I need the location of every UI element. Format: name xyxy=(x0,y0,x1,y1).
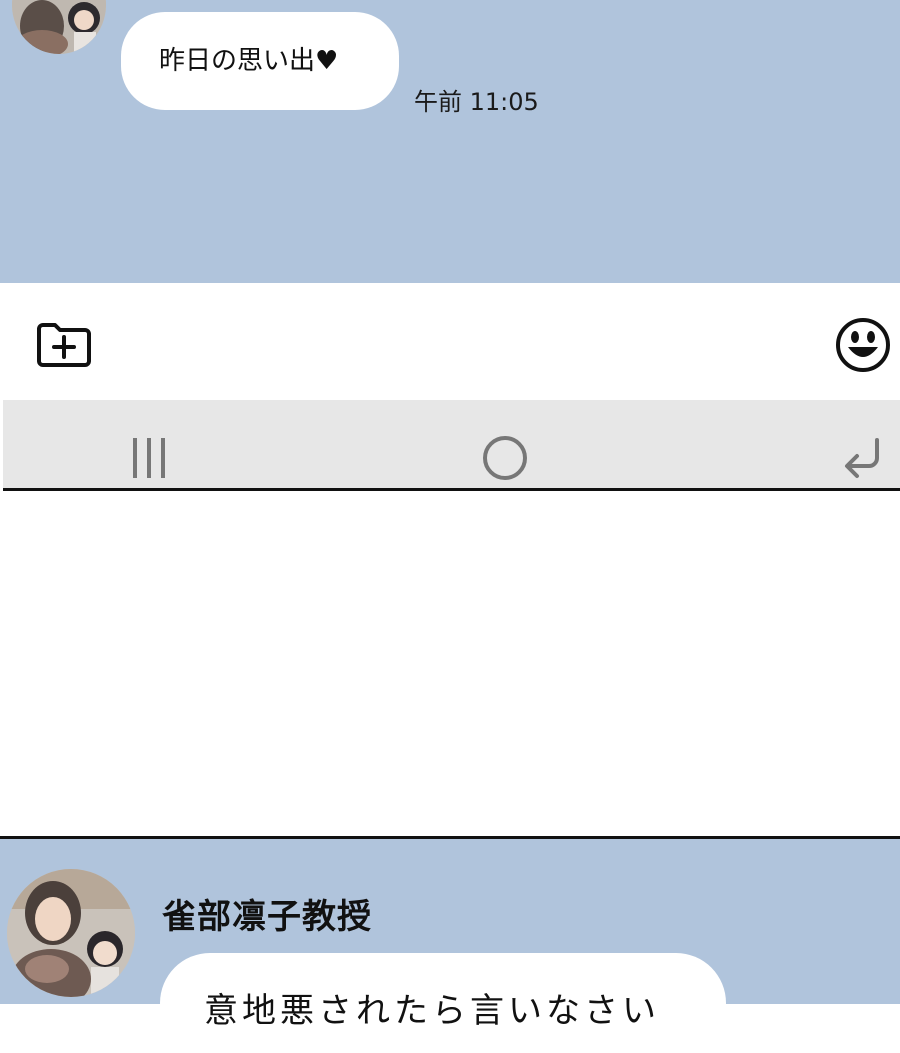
chat-area-top: 昨日の思い出♥ 午前 11:05 xyxy=(0,0,900,283)
smiley-icon[interactable] xyxy=(835,317,891,373)
message-text: 昨日の思い出♥ xyxy=(159,46,339,76)
sender-avatar[interactable] xyxy=(12,0,106,54)
sender-name: 雀部凛子教授 xyxy=(162,897,372,937)
home-circle-icon[interactable] xyxy=(481,434,529,482)
system-nav-bar xyxy=(3,400,900,491)
message-bubble[interactable]: 昨日の思い出♥ xyxy=(121,12,399,110)
message-text: 意地悪されたら言いなさい xyxy=(204,991,660,1031)
sender-avatar[interactable] xyxy=(7,869,135,997)
message-bubble[interactable]: 意地悪されたら言いなさい xyxy=(160,953,726,1053)
chat-area-bottom: 雀部凛子教授 意地悪されたら言いなさい xyxy=(0,836,900,1053)
panel-gutter xyxy=(0,491,900,836)
message-input-bar xyxy=(3,283,900,400)
back-arrow-icon[interactable] xyxy=(841,436,885,480)
message-timestamp: 午前 11:05 xyxy=(414,88,539,116)
recents-icon[interactable] xyxy=(129,436,169,480)
folder-plus-icon[interactable] xyxy=(35,319,93,369)
